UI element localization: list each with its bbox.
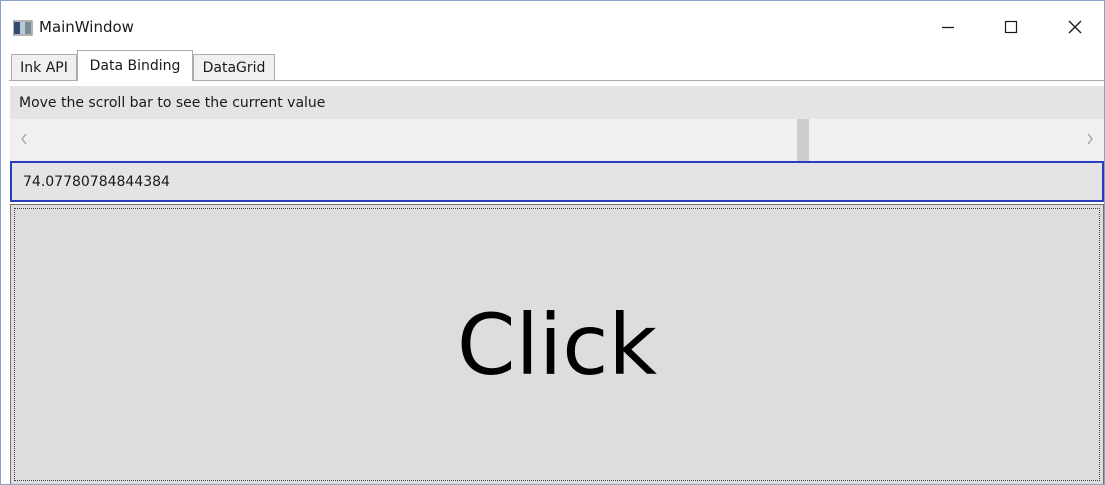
click-button[interactable]: Click — [10, 204, 1104, 484]
maximize-icon — [1003, 19, 1019, 39]
instruction-label: Move the scroll bar to see the current v… — [10, 86, 1104, 119]
scroll-right-button[interactable] — [1076, 119, 1104, 161]
chevron-left-icon — [19, 131, 29, 150]
minimize-button[interactable] — [926, 11, 970, 47]
minimize-icon — [940, 19, 956, 39]
tab-content: Move the scroll bar to see the current v… — [10, 81, 1104, 484]
scroll-left-button[interactable] — [10, 119, 38, 161]
close-icon — [1067, 19, 1083, 39]
tab-datagrid[interactable]: DataGrid — [193, 54, 275, 81]
scroll-thumb[interactable] — [797, 119, 810, 161]
title-bar[interactable]: MainWindow — [1, 1, 1104, 47]
chevron-right-icon — [1085, 131, 1095, 150]
tab-strip: Ink API Data Binding DataGrid — [1, 50, 1104, 81]
main-window: MainWindow Ink API Data Binding DataGrid — [0, 0, 1105, 485]
tab-data-binding[interactable]: Data Binding — [77, 50, 193, 81]
click-button-label: Click — [456, 295, 658, 394]
app-icon — [12, 20, 33, 36]
maximize-button[interactable] — [989, 11, 1033, 47]
close-button[interactable] — [1053, 11, 1097, 47]
window-title: MainWindow — [39, 18, 134, 36]
value-textbox[interactable]: 74.07780784844384 — [10, 161, 1104, 202]
tab-ink-api[interactable]: Ink API — [11, 54, 77, 81]
horizontal-scrollbar[interactable] — [10, 119, 1104, 161]
